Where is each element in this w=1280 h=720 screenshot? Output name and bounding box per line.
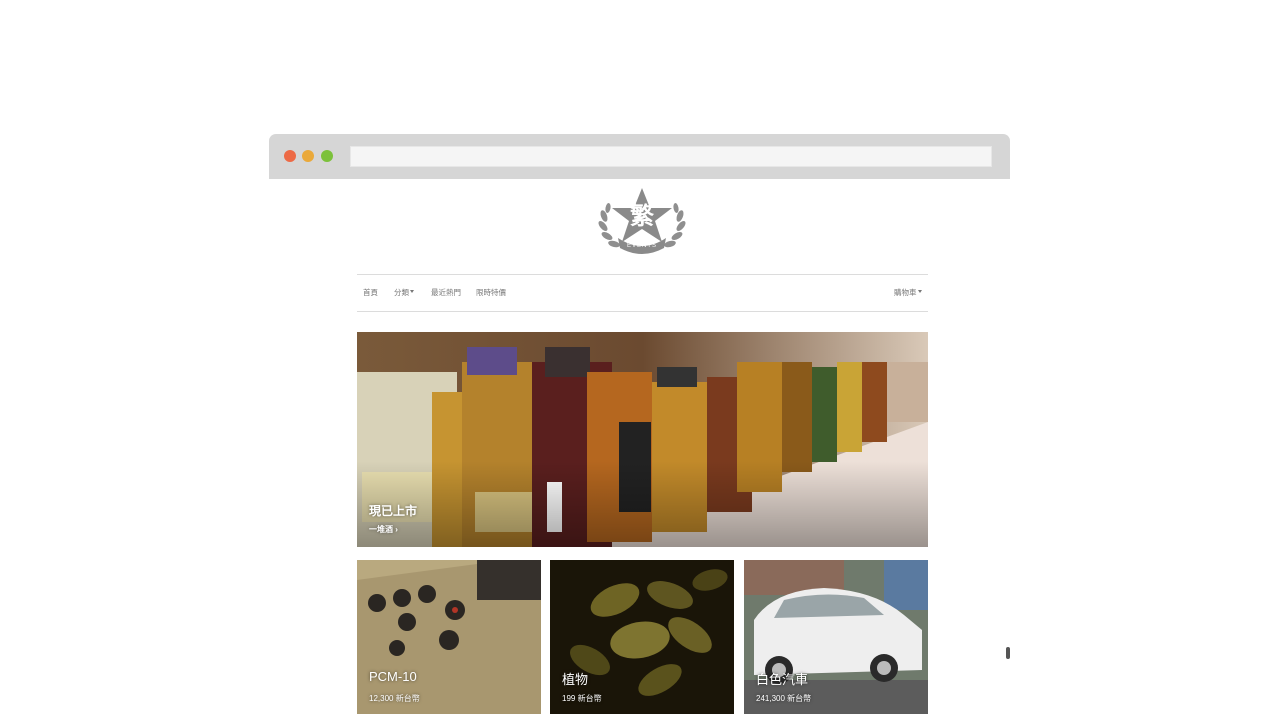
product-price: 241,300 新台幣: [756, 694, 812, 703]
chevron-down-icon: [410, 290, 414, 293]
site-logo[interactable]: 繁 EVENTS: [594, 186, 690, 256]
nav-categories-label: 分類: [394, 288, 409, 297]
main-navigation: 首頁 分類 最近熱門 限時特價 購物車: [357, 274, 928, 312]
product-image-recorder: [357, 560, 541, 714]
nav-home-link[interactable]: 首頁: [363, 288, 378, 298]
nav-recent-hot-link[interactable]: 最近熱門: [431, 288, 461, 298]
address-bar[interactable]: [350, 146, 992, 167]
nav-limited-offer-link[interactable]: 限時特價: [476, 288, 506, 298]
product-card-plant[interactable]: 植物 199 新台幣: [550, 560, 734, 714]
hero-banner[interactable]: 現已上市 一堆酒 ›: [357, 332, 928, 547]
product-card-pcm10[interactable]: PCM-10 12,300 新台幣: [357, 560, 541, 714]
product-name: 白色汽車: [756, 672, 809, 687]
browser-window: 繁 EVENTS 首頁 分類 最近熱門 限時特價 購物車 現已上市 一堆酒 › …: [269, 134, 1010, 720]
product-image-plant: [550, 560, 734, 714]
hero-title: 現已上市: [369, 504, 418, 518]
page-viewport: 繁 EVENTS 首頁 分類 最近熱門 限時特價 購物車 現已上市 一堆酒 › …: [269, 179, 1010, 720]
maximize-window-button[interactable]: [321, 150, 333, 162]
logo-text: EVENTS: [626, 243, 657, 249]
minimize-window-button[interactable]: [302, 150, 314, 162]
logo-character: 繁: [630, 202, 654, 230]
product-image-car: [744, 560, 928, 714]
product-name: 植物: [562, 672, 589, 687]
hero-image: [357, 332, 928, 547]
nav-cart-label: 購物車: [894, 288, 917, 297]
product-price: 12,300 新台幣: [369, 694, 420, 703]
hero-subtitle-link[interactable]: 一堆酒 ›: [369, 524, 398, 535]
scrollbar-thumb[interactable]: [1006, 647, 1010, 659]
product-name: PCM-10: [369, 669, 417, 684]
nav-categories-dropdown[interactable]: 分類: [394, 288, 414, 298]
browser-toolbar: [269, 134, 1010, 179]
product-card-white-car[interactable]: 白色汽車 241,300 新台幣: [744, 560, 928, 714]
close-window-button[interactable]: [284, 150, 296, 162]
chevron-down-icon: [917, 290, 922, 293]
product-price: 199 新台幣: [562, 694, 602, 703]
nav-cart-dropdown[interactable]: 購物車: [894, 288, 922, 298]
